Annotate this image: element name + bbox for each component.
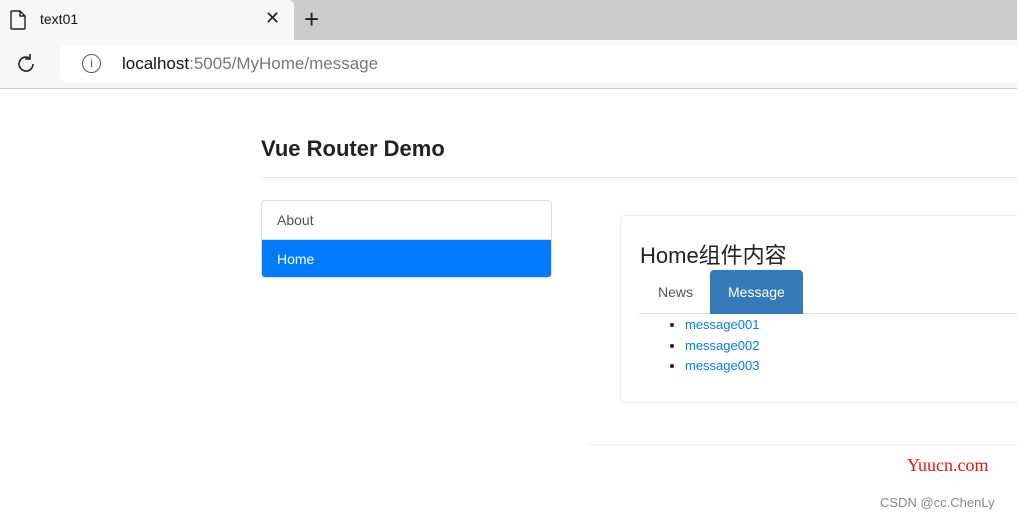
- tab-bar: text01 ✕ +: [0, 0, 1017, 40]
- list-item: message003: [685, 358, 759, 379]
- reload-icon[interactable]: [14, 52, 38, 76]
- message-link[interactable]: message003: [685, 358, 759, 373]
- tab-news[interactable]: News: [639, 270, 712, 314]
- tab-message[interactable]: Message: [710, 270, 803, 314]
- page-title: Vue Router Demo: [261, 136, 445, 161]
- message-link[interactable]: message002: [685, 338, 759, 353]
- page-icon: [10, 10, 26, 30]
- close-tab-icon[interactable]: ✕: [265, 8, 280, 29]
- info-icon[interactable]: i: [82, 54, 101, 73]
- message-list: message001 message002 message003: [685, 317, 759, 379]
- watermark-site: Yuucn.com: [907, 455, 989, 475]
- watermark-author: CSDN @cc.ChenLy: [880, 495, 995, 510]
- message-link[interactable]: message001: [685, 317, 759, 332]
- divider: [588, 444, 1017, 445]
- tab-title: text01: [40, 11, 79, 27]
- home-panel: Home组件内容 News Message message001 message…: [620, 215, 1017, 403]
- nav-item-about[interactable]: About: [262, 201, 551, 239]
- nav-item-home[interactable]: Home: [262, 239, 551, 277]
- url-input[interactable]: i localhost:5005/MyHome/message: [60, 45, 1017, 82]
- browser-tab[interactable]: text01 ✕: [0, 0, 294, 40]
- nav-list: About Home: [261, 200, 552, 278]
- list-item: message002: [685, 338, 759, 359]
- new-tab-icon[interactable]: +: [304, 4, 319, 35]
- divider: [261, 177, 1017, 178]
- home-heading: Home组件内容: [640, 243, 787, 268]
- url-host: localhost: [122, 54, 190, 73]
- home-tabs: News Message: [639, 270, 1017, 314]
- list-item: message001: [685, 317, 759, 338]
- url-path: :5005/MyHome/message: [189, 54, 379, 73]
